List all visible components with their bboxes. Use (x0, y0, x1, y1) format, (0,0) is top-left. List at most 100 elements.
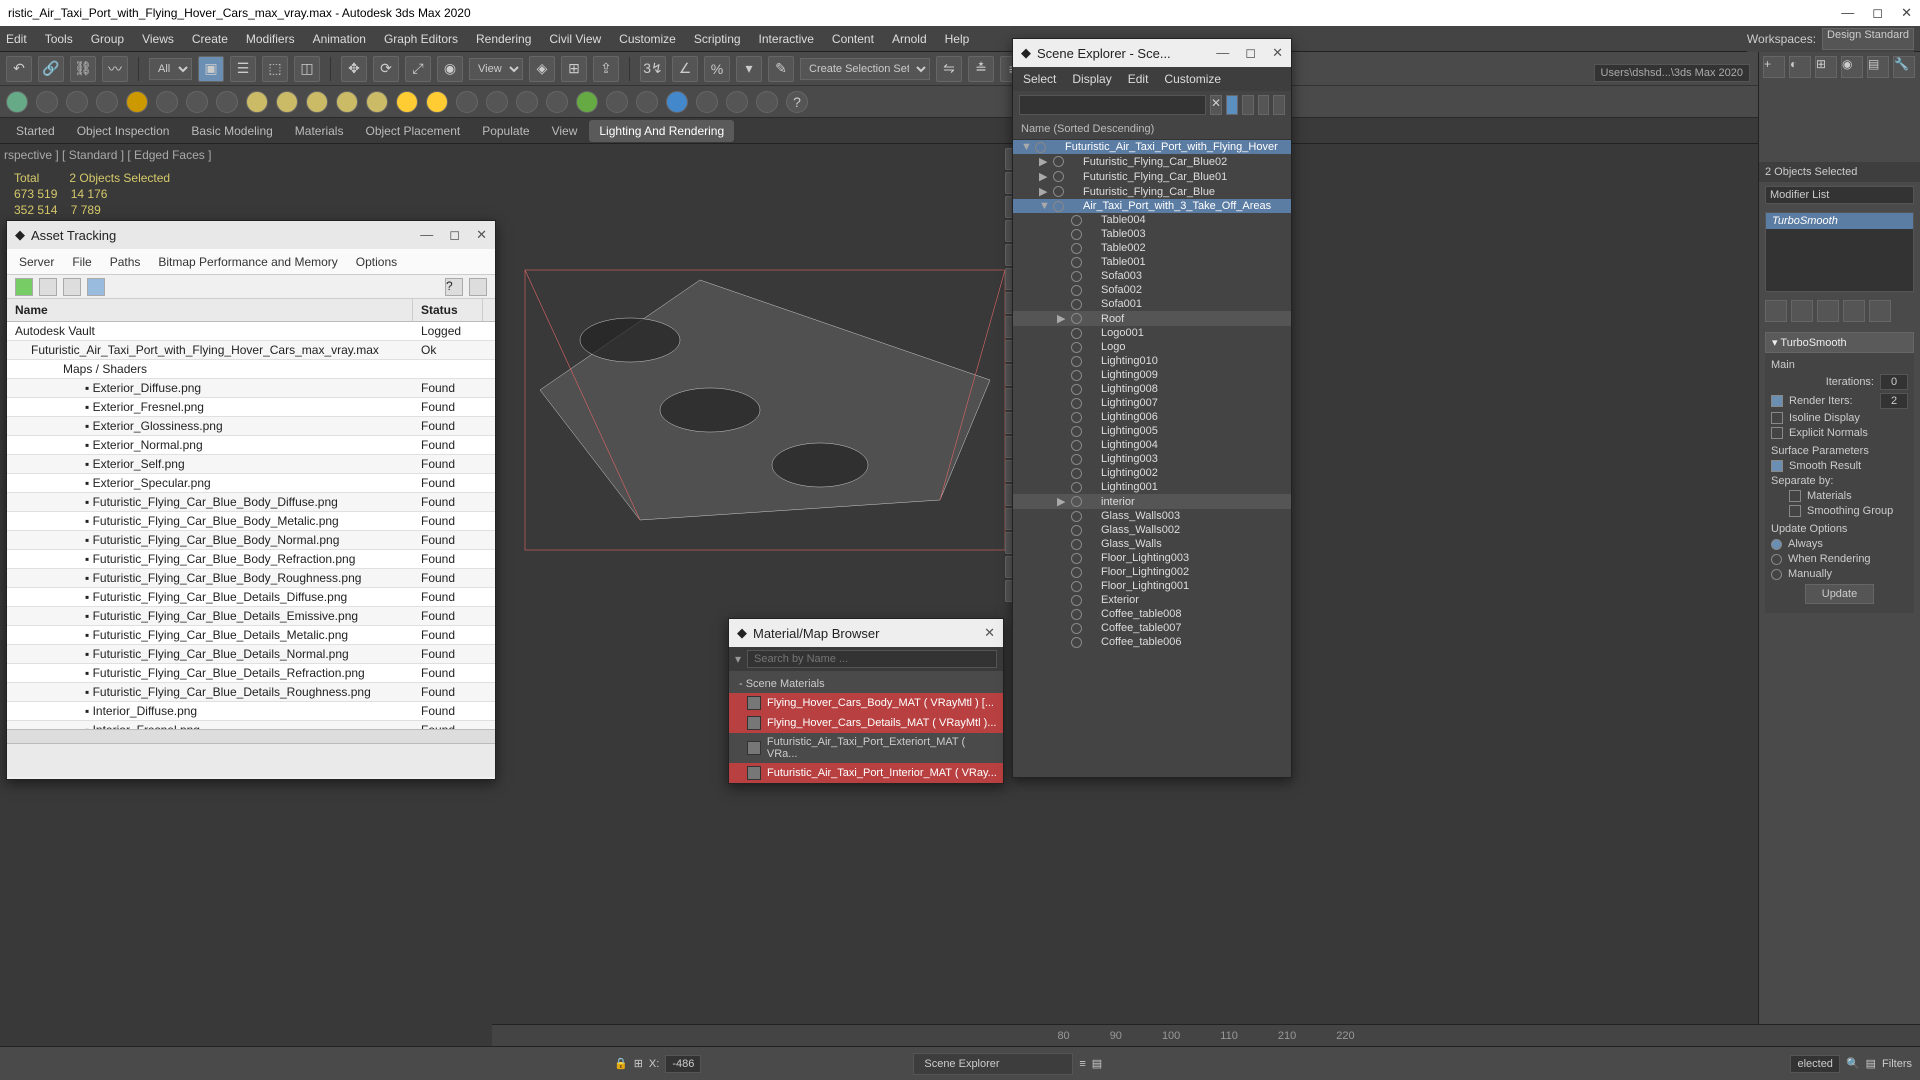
asset-row[interactable]: ▪ Exterior_Fresnel.pngFound (7, 398, 495, 417)
close-icon[interactable]: ✕ (476, 227, 487, 243)
tool-icon[interactable] (756, 91, 778, 113)
asset-row[interactable]: ▪ Futuristic_Flying_Car_Blue_Details_Rou… (7, 683, 495, 702)
scene-node[interactable]: Lighting002 (1013, 466, 1291, 480)
link-button[interactable]: ⛓ (70, 56, 96, 82)
lock-icon[interactable]: 🔒 (614, 1057, 628, 1070)
asset-hscroll[interactable] (7, 729, 495, 743)
scene-node[interactable]: Sofa001 (1013, 297, 1291, 311)
menu-civil view[interactable]: Civil View (549, 32, 601, 46)
asset-tool-icon[interactable] (469, 278, 487, 296)
scene-node[interactable]: Glass_Walls003 (1013, 509, 1291, 523)
render-iters-input[interactable] (1880, 393, 1908, 409)
tab-materials[interactable]: Materials (285, 120, 354, 142)
tool-icon[interactable] (1258, 95, 1270, 115)
scene-menu-item[interactable]: Customize (1164, 72, 1221, 86)
scene-node[interactable]: Lighting004 (1013, 438, 1291, 452)
scene-node[interactable]: ▼Futuristic_Air_Taxi_Port_with_Flying_Ho… (1013, 140, 1291, 154)
asset-tool-icon[interactable] (63, 278, 81, 296)
menu-modifiers[interactable]: Modifiers (246, 32, 295, 46)
matbrowser-search-input[interactable] (747, 650, 997, 668)
scene-node[interactable]: Exterior (1013, 593, 1291, 607)
tab-object-placement[interactable]: Object Placement (355, 120, 470, 142)
selection-set-dropdown[interactable]: Create Selection Set (800, 58, 930, 80)
scene-node[interactable]: Sofa002 (1013, 283, 1291, 297)
angle-snap-button[interactable]: ∠ (672, 56, 698, 82)
menu-group[interactable]: Group (91, 32, 124, 46)
create-tab-icon[interactable]: + (1763, 56, 1785, 78)
close-icon[interactable]: ✕ (1272, 45, 1283, 61)
whenrender-radio[interactable] (1771, 554, 1782, 565)
menu-scripting[interactable]: Scripting (694, 32, 741, 46)
modify-tab-icon[interactable]: ◐ (1789, 56, 1811, 78)
maximize-button[interactable]: ◻ (1872, 5, 1883, 21)
matbrowser-category[interactable]: - Scene Materials (729, 675, 1003, 693)
asset-row[interactable]: Futuristic_Air_Taxi_Port_with_Flying_Hov… (7, 341, 495, 360)
scene-node[interactable]: Sofa003 (1013, 269, 1291, 283)
undo-button[interactable]: ↶ (6, 56, 32, 82)
tool-icon[interactable] (66, 91, 88, 113)
display-tab-icon[interactable]: ▤ (1867, 56, 1889, 78)
scene-node[interactable]: Lighting003 (1013, 452, 1291, 466)
asset-row[interactable]: ▪ Exterior_Normal.pngFound (7, 436, 495, 455)
primitive-cone-icon[interactable] (366, 91, 388, 113)
scene-node[interactable]: ▶Roof (1013, 311, 1291, 326)
mirror-button[interactable]: ⇋ (936, 56, 962, 82)
asset-panel-title[interactable]: ◆ Asset Tracking —◻✕ (7, 221, 495, 249)
asset-row[interactable]: ▪ Exterior_Diffuse.pngFound (7, 379, 495, 398)
update-button[interactable]: Update (1805, 584, 1874, 604)
tab-populate[interactable]: Populate (472, 120, 539, 142)
tool-icon[interactable] (6, 91, 28, 113)
asset-row[interactable]: ▪ Exterior_Specular.pngFound (7, 474, 495, 493)
asset-row[interactable]: ▪ Interior_Diffuse.pngFound (7, 702, 495, 721)
menu-animation[interactable]: Animation (313, 32, 366, 46)
scene-explorer-button[interactable]: Scene Explorer (913, 1053, 1073, 1075)
rollout-header[interactable]: ▾ TurboSmooth (1765, 332, 1914, 353)
search-icon[interactable]: 🔍 (1846, 1057, 1860, 1070)
unique-icon[interactable] (1817, 300, 1839, 322)
scene-node[interactable]: Coffee_table006 (1013, 635, 1291, 649)
scene-node[interactable]: Coffee_table007 (1013, 621, 1291, 635)
groups-check[interactable] (1789, 505, 1801, 517)
filters-label[interactable]: Filters (1882, 1058, 1912, 1070)
asset-grid[interactable]: NameStatus Autodesk VaultLoggedFuturisti… (7, 299, 495, 729)
asset-row[interactable]: ▪ Futuristic_Flying_Car_Blue_Details_Met… (7, 626, 495, 645)
pivot-button[interactable]: ◈ (529, 56, 555, 82)
scene-col-header[interactable]: Name (Sorted Descending) (1013, 119, 1291, 140)
dropdown-icon[interactable]: ▾ (735, 652, 741, 666)
asset-row[interactable]: ▪ Futuristic_Flying_Car_Blue_Details_Emi… (7, 607, 495, 626)
light-icon[interactable] (126, 91, 148, 113)
asset-row[interactable]: ▪ Futuristic_Flying_Car_Blue_Body_Diffus… (7, 493, 495, 512)
workspaces-value[interactable]: Design Standard (1822, 28, 1914, 50)
light-spot-icon[interactable] (426, 91, 448, 113)
select-object-button[interactable]: ▣ (198, 56, 224, 82)
explicit-check[interactable] (1771, 427, 1783, 439)
asset-row[interactable]: ▪ Exterior_Glossiness.pngFound (7, 417, 495, 436)
unlink-button[interactable]: 〰 (102, 56, 128, 82)
scale-button[interactable]: ⤢ (405, 56, 431, 82)
keyboard-button[interactable]: ⇪ (593, 56, 619, 82)
tool-icon[interactable] (186, 91, 208, 113)
utilities-tab-icon[interactable]: 🔧 (1893, 56, 1915, 78)
filter-icon[interactable] (1226, 95, 1238, 115)
render-iters-check[interactable] (1771, 395, 1783, 407)
percent-snap-button[interactable]: % (704, 56, 730, 82)
menu-arnold[interactable]: Arnold (892, 32, 927, 46)
scene-node[interactable]: Lighting010 (1013, 354, 1291, 368)
foliage-icon[interactable] (576, 91, 598, 113)
asset-tool-icon[interactable] (39, 278, 57, 296)
refcoord-dropdown[interactable]: View (469, 58, 523, 80)
clear-icon[interactable]: ✕ (1210, 95, 1222, 115)
menu-help[interactable]: Help (945, 32, 970, 46)
tool-icon[interactable]: ▤ (1866, 1057, 1876, 1070)
asset-row[interactable]: ▪ Futuristic_Flying_Car_Blue_Body_Refrac… (7, 550, 495, 569)
asset-menu-item[interactable]: Paths (110, 255, 141, 269)
modifier-stack[interactable]: TurboSmooth (1765, 212, 1914, 292)
scene-node[interactable]: Floor_Lighting002 (1013, 565, 1291, 579)
primitive-torus-icon[interactable] (336, 91, 358, 113)
matbrowser-title[interactable]: ◆ Material/Map Browser ✕ (729, 619, 1003, 647)
material-item[interactable]: Futuristic_Air_Taxi_Port_Interior_MAT ( … (729, 763, 1003, 783)
scene-node[interactable]: Table003 (1013, 227, 1291, 241)
light-omni-icon[interactable] (396, 91, 418, 113)
show-end-icon[interactable] (1791, 300, 1813, 322)
asset-menu-item[interactable]: Options (356, 255, 397, 269)
